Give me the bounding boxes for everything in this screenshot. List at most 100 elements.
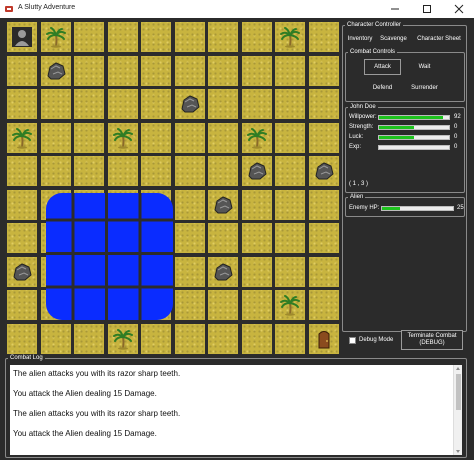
terminate-combat-sub: (DEBUG) — [419, 340, 445, 346]
board-tile[interactable] — [174, 55, 205, 86]
board-tile[interactable] — [275, 55, 305, 86]
scrollbar-thumb[interactable] — [456, 374, 461, 410]
board-tile[interactable] — [74, 55, 104, 86]
scroll-up-icon[interactable] — [456, 367, 460, 370]
wait-button[interactable]: Wait — [406, 59, 443, 75]
stat-bar — [378, 135, 450, 140]
log-scrollbar[interactable] — [453, 365, 462, 455]
board-tile[interactable] — [141, 156, 171, 186]
board-tile[interactable] — [174, 22, 205, 52]
debug-mode-checkbox[interactable] — [349, 337, 356, 344]
board-tile[interactable] — [174, 223, 205, 253]
board-tile[interactable] — [107, 89, 138, 119]
board-tile[interactable] — [275, 189, 305, 220]
board-tile[interactable] — [74, 89, 104, 119]
board-tile[interactable] — [308, 89, 339, 119]
defend-button[interactable]: Defend — [364, 80, 401, 96]
board-tile[interactable] — [241, 290, 272, 320]
board-tile[interactable] — [275, 89, 305, 119]
board-tile[interactable] — [275, 323, 305, 354]
tab-scavenge[interactable]: Scavenge — [377, 33, 410, 46]
board-tile[interactable] — [275, 122, 305, 153]
board-tile[interactable] — [174, 189, 205, 220]
board-tile[interactable] — [308, 256, 339, 287]
board-tile[interactable] — [107, 156, 138, 186]
board-tile[interactable] — [141, 22, 171, 52]
board-tile[interactable] — [174, 256, 205, 287]
board-tile[interactable] — [241, 256, 272, 287]
maximize-icon — [423, 5, 431, 13]
enemy-hp-bar-fill — [382, 207, 400, 210]
board-tile[interactable] — [74, 156, 104, 186]
tab-inventory[interactable]: Inventory — [345, 33, 375, 46]
board-tile[interactable] — [241, 55, 272, 86]
board-tile[interactable] — [275, 156, 305, 186]
board-tile[interactable] — [308, 55, 339, 86]
board-tile[interactable] — [275, 256, 305, 287]
board-tile[interactable] — [275, 223, 305, 253]
board-tile[interactable] — [241, 89, 272, 119]
board-tile[interactable] — [141, 89, 171, 119]
board-tile[interactable] — [74, 22, 104, 52]
board-tile[interactable] — [40, 89, 71, 119]
board-tile[interactable] — [107, 22, 138, 52]
board-tile[interactable] — [40, 122, 71, 153]
board-tile[interactable] — [241, 223, 272, 253]
board-tile[interactable] — [208, 223, 238, 253]
board-tile[interactable] — [208, 89, 238, 119]
board-tile[interactable] — [40, 323, 71, 354]
tab-character-sheet[interactable]: Character Sheet — [413, 33, 465, 46]
board-tile[interactable] — [241, 189, 272, 220]
board-tile[interactable] — [7, 290, 37, 320]
board-tile[interactable] — [208, 55, 238, 86]
minimize-button[interactable] — [380, 0, 410, 18]
maximize-button[interactable] — [412, 0, 442, 18]
board-tile[interactable] — [174, 290, 205, 320]
board-tile[interactable] — [308, 122, 339, 153]
stat-label: Strength: — [349, 124, 374, 130]
board-tile[interactable] — [208, 323, 238, 354]
board-tile[interactable] — [7, 55, 37, 86]
board-tile[interactable] — [40, 156, 71, 186]
terminate-combat-button[interactable]: Terminate Combat (DEBUG) — [401, 330, 463, 350]
board-tile[interactable] — [241, 323, 272, 354]
board-tile[interactable] — [141, 55, 171, 86]
attack-button[interactable]: Attack — [364, 59, 401, 75]
combat-controls-group: Combat Controls Attack Wait Defend Surre… — [345, 49, 465, 102]
player-name: John Doe — [348, 104, 378, 110]
board-tile[interactable] — [174, 323, 205, 354]
stat-bar — [378, 145, 450, 150]
board-tile[interactable] — [208, 156, 238, 186]
board-tile[interactable] — [308, 189, 339, 220]
game-board[interactable] — [5, 20, 340, 355]
board-tile[interactable] — [7, 156, 37, 186]
log-line: The alien attacks you with its razor sha… — [13, 369, 181, 378]
board-tile[interactable] — [7, 323, 37, 354]
scroll-down-icon[interactable] — [456, 450, 460, 453]
board-tile[interactable] — [308, 290, 339, 320]
board-tile[interactable] — [74, 323, 104, 354]
palm-tree-icon — [279, 294, 301, 316]
stat-label: Willpower: — [349, 114, 377, 120]
board-tile[interactable] — [74, 122, 104, 153]
enemy-hp-label: Enemy HP: — [349, 205, 380, 211]
board-tile[interactable] — [208, 290, 238, 320]
board-tile[interactable] — [7, 189, 37, 220]
board-tile[interactable] — [308, 223, 339, 253]
log-line: You attack the Alien dealing 15 Damage. — [13, 389, 157, 398]
board-tile[interactable] — [7, 223, 37, 253]
board-tile[interactable] — [308, 22, 339, 52]
close-button[interactable] — [444, 0, 474, 18]
board-tile[interactable] — [174, 156, 205, 186]
board-tile[interactable] — [208, 122, 238, 153]
surrender-button[interactable]: Surrender — [406, 80, 443, 96]
board-tile[interactable] — [107, 55, 138, 86]
board-tile[interactable] — [141, 323, 171, 354]
board-tile[interactable] — [174, 122, 205, 153]
board-tile[interactable] — [7, 89, 37, 119]
board-tile[interactable] — [208, 22, 238, 52]
combat-log-textbox[interactable]: The alien attacks you with its razor sha… — [10, 365, 462, 455]
log-line: You attack the Alien dealing 15 Damage. — [13, 429, 157, 438]
board-tile[interactable] — [241, 22, 272, 52]
board-tile[interactable] — [141, 122, 171, 153]
